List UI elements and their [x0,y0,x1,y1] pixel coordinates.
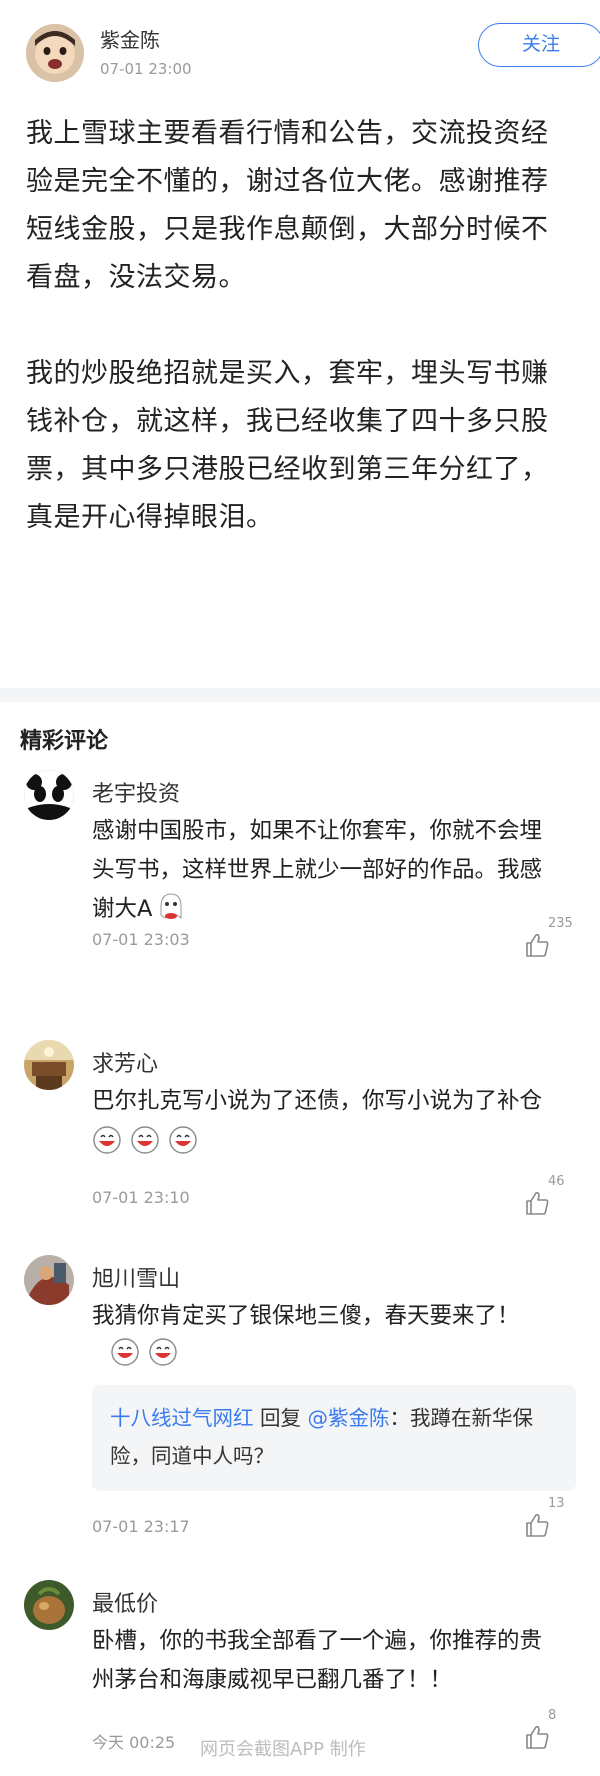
comment-item: 旭川雪山 我猜你肯定买了银保地三傻，春天要来了！ 十八线过气网红 回复 @紫金陈… [0,1255,600,1545]
reply-verb: 回复 [253,1406,308,1430]
grin-emoji-icon [92,1125,122,1155]
grin-emoji-icon [168,1125,198,1155]
comment-text: 卧槽，你的书我全部看了一个遍，你推荐的贵州茅台和海康威视早已翻几番了！！ [92,1628,543,1693]
comment-timestamp: 07-01 23:03 [92,930,190,949]
author-avatar[interactable] [26,24,84,82]
comment-text: 感谢中国股市，如果不让你套牢，你就不会埋头写书，这样世界上就少一部好的作品。我感… [92,812,562,929]
grin-emoji-icon [110,1337,140,1367]
thumbs-up-icon [526,1192,549,1215]
post-timestamp: 07-01 23:00 [100,60,192,78]
like-button[interactable]: 235 [524,916,584,966]
author-name[interactable]: 紫金陈 [100,24,160,53]
thumbs-up-icon [526,1726,549,1749]
comment-text: 我猜你肯定买了银保地三傻，春天要来了！ [92,1297,562,1375]
section-divider [0,688,600,702]
comment-timestamp: 07-01 23:17 [92,1517,190,1536]
post-body: 我上雪球主要看看行情和公告，交流投资经验是完全不懂的，谢过各位大佬。感谢推荐短线… [26,110,574,542]
post-paragraph: 我的炒股绝招就是买入，套牢，埋头写书赚钱补仓，就这样，我已经收集了四十多只股票，… [26,358,549,533]
commenter-avatar[interactable] [24,1040,74,1090]
thumbs-up-icon [526,934,549,957]
commenter-name[interactable]: 最低价 [92,1586,158,1618]
comment-timestamp: 今天 00:25 [92,1733,176,1752]
comment-item: 求芳心 巴尔扎克写小说为了还债，你写小说为了补仓 07-01 23:10 46 [0,1040,600,1230]
comment-timestamp: 07-01 23:10 [92,1188,190,1207]
comment-text-content: 巴尔扎克写小说为了还债，你写小说为了补仓 [92,1088,543,1114]
comments-section-title: 精彩评论 [20,729,109,754]
post-paragraph: 我上雪球主要看看行情和公告，交流投资经验是完全不懂的，谢过各位大佬。感谢推荐短线… [26,118,549,293]
reply-mention-link[interactable]: @紫金陈 [308,1406,390,1430]
reply-author-link[interactable]: 十八线过气网红 [110,1406,254,1430]
comment-item: 老宇投资 感谢中国股市，如果不让你套牢，你就不会埋头写书，这样世界上就少一部好的… [0,770,600,970]
like-count: 235 [548,916,573,931]
watermark: 网页会截图APP 制作 [200,1739,366,1760]
commenter-avatar[interactable] [24,1255,74,1305]
follow-button[interactable]: 关注 [478,23,600,67]
commenter-avatar[interactable] [24,770,74,820]
like-button[interactable]: 13 [524,1496,584,1546]
crying-ghost-emoji-icon [156,891,186,921]
like-count: 8 [548,1708,557,1723]
reply-quote[interactable]: 十八线过气网红 回复 @紫金陈：我蹲在新华保险，同道中人吗？ [92,1385,576,1491]
commenter-name[interactable]: 旭川雪山 [92,1261,180,1293]
grin-emoji-icon [130,1125,160,1155]
like-button[interactable]: 8 [524,1708,584,1758]
like-button[interactable]: 46 [524,1174,584,1224]
comment-text-content: 我猜你肯定买了银保地三傻，春天要来了！ [92,1303,520,1329]
commenter-name[interactable]: 求芳心 [92,1046,158,1078]
commenter-name[interactable]: 老宇投资 [92,776,180,808]
thumbs-up-icon [526,1514,549,1537]
grin-emoji-icon [148,1337,178,1367]
commenter-avatar[interactable] [24,1580,74,1630]
like-count: 13 [548,1496,565,1511]
comment-text: 巴尔扎克写小说为了还债，你写小说为了补仓 [92,1082,562,1163]
like-count: 46 [548,1174,565,1189]
post-header: 紫金陈 07-01 23:00 关注 [0,0,600,100]
